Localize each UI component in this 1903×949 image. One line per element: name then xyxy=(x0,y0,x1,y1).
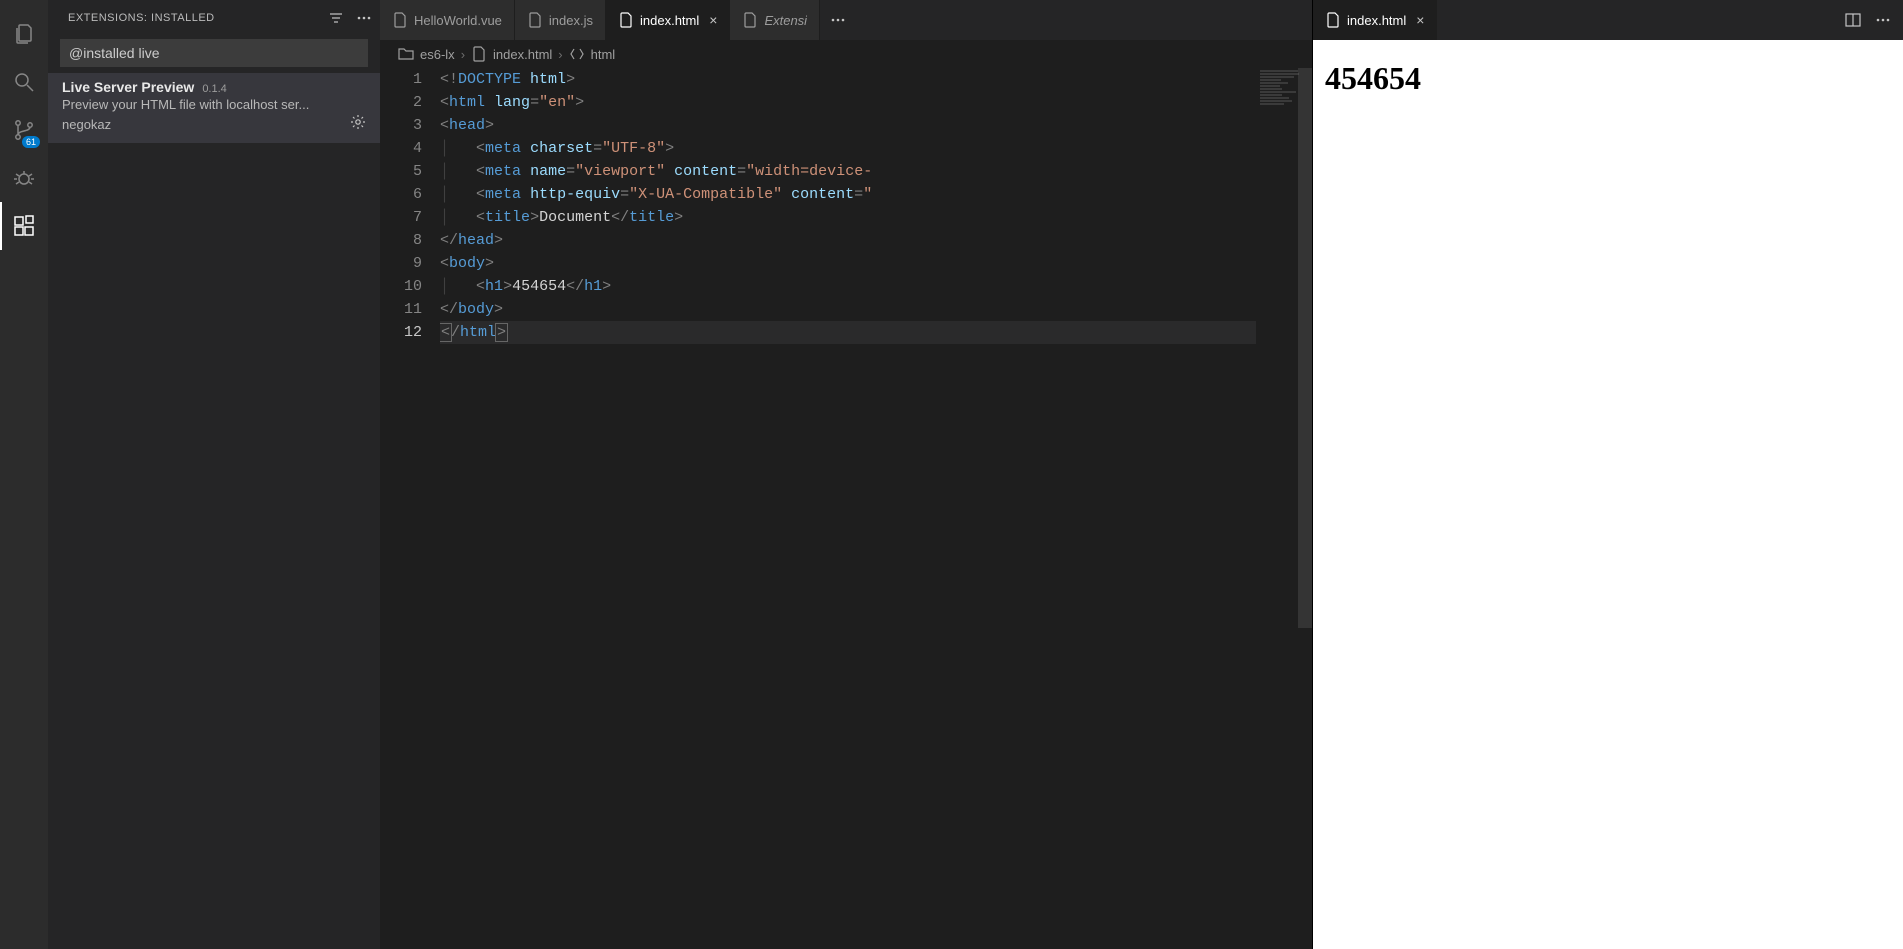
file-icon xyxy=(742,12,758,28)
tabs-overflow[interactable] xyxy=(820,0,856,40)
more-icon[interactable] xyxy=(356,10,372,26)
search-icon xyxy=(12,70,36,94)
tab-label: index.html xyxy=(1347,13,1406,28)
code-editor[interactable]: 123456789101112 <!DOCTYPE html><html lan… xyxy=(380,68,1312,949)
folder-icon xyxy=(398,46,414,62)
sidebar-title: Extensions: Installed xyxy=(68,12,215,24)
extension-name: Live Server Preview xyxy=(62,79,194,95)
activity-explorer[interactable] xyxy=(0,10,48,58)
scrollbar-thumb[interactable] xyxy=(1298,68,1312,628)
activity-source-control[interactable]: 61 xyxy=(0,106,48,154)
extension-version: 0.1.4 xyxy=(202,83,226,95)
scm-badge: 61 xyxy=(22,136,40,148)
breadcrumb-file: index.html xyxy=(493,47,552,62)
activity-bar: 61 xyxy=(0,0,48,949)
chevron-right-icon: › xyxy=(558,47,562,62)
close-icon[interactable]: × xyxy=(1416,12,1424,28)
extension-author: negokaz xyxy=(62,117,111,132)
extension-description: Preview your HTML file with localhost se… xyxy=(62,97,366,112)
editor-scrollbar[interactable] xyxy=(1298,68,1312,949)
sidebar: Extensions: Installed Live Server Previe… xyxy=(48,0,380,949)
tab-extension[interactable]: Extensi xyxy=(730,0,820,40)
file-icon xyxy=(618,12,634,28)
close-icon[interactable]: × xyxy=(709,12,717,28)
split-editor-icon[interactable] xyxy=(1845,12,1861,28)
filter-icon[interactable] xyxy=(328,10,344,26)
tab-label: index.js xyxy=(549,13,593,28)
file-icon xyxy=(1325,12,1341,28)
extension-manage-button[interactable] xyxy=(350,114,366,135)
tab-label: HelloWorld.vue xyxy=(414,13,502,28)
symbol-icon xyxy=(569,46,585,62)
activity-search[interactable] xyxy=(0,58,48,106)
editor-tabs: HelloWorld.vue index.js index.html × Ext… xyxy=(380,0,1312,40)
file-icon xyxy=(471,46,487,62)
extensions-icon xyxy=(12,214,36,238)
preview-tabs: index.html × xyxy=(1313,0,1903,40)
chevron-right-icon: › xyxy=(461,47,465,62)
tab-preview[interactable]: index.html × xyxy=(1313,0,1437,40)
sidebar-header: Extensions: Installed xyxy=(48,0,380,35)
tab-indexhtml[interactable]: index.html × xyxy=(606,0,730,40)
preview-pane: 454654 xyxy=(1313,40,1903,949)
editor-group-right: index.html × 454654 xyxy=(1312,0,1903,949)
extensions-search-input[interactable] xyxy=(60,39,368,67)
more-icon xyxy=(830,12,846,28)
files-icon xyxy=(12,22,36,46)
tab-indexjs[interactable]: index.js xyxy=(515,0,606,40)
code-content[interactable]: <!DOCTYPE html><html lang="en"><head>│ <… xyxy=(440,68,1312,949)
breadcrumb-folder: es6-lx xyxy=(420,47,455,62)
tab-label: Extensi xyxy=(764,13,807,28)
preview-heading: 454654 xyxy=(1325,60,1891,97)
tab-label: index.html xyxy=(640,13,699,28)
breadcrumbs[interactable]: es6-lx › index.html › html xyxy=(380,40,1312,68)
more-icon[interactable] xyxy=(1875,12,1891,28)
file-icon xyxy=(527,12,543,28)
bug-icon xyxy=(12,166,36,190)
breadcrumb-symbol: html xyxy=(591,47,616,62)
file-icon xyxy=(392,12,408,28)
activity-extensions[interactable] xyxy=(0,202,48,250)
tab-helloworld[interactable]: HelloWorld.vue xyxy=(380,0,515,40)
extension-list-item[interactable]: Live Server Preview 0.1.4 Preview your H… xyxy=(48,73,380,143)
editor-group-left: HelloWorld.vue index.js index.html × Ext… xyxy=(380,0,1312,949)
gear-icon xyxy=(350,114,366,130)
activity-debug[interactable] xyxy=(0,154,48,202)
line-gutter: 123456789101112 xyxy=(380,68,440,949)
